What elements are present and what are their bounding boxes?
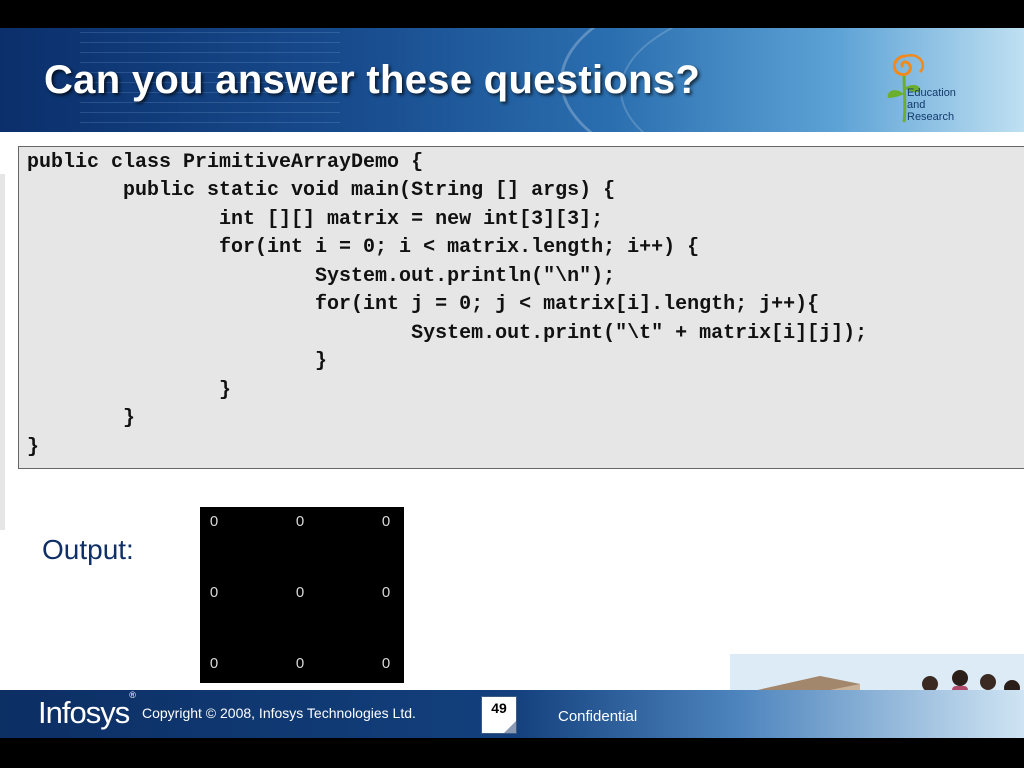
code-line: }	[27, 407, 136, 430]
code-line: System.out.print("\t" + matrix[i][j]);	[27, 322, 868, 345]
logo-line-and: and	[907, 99, 926, 111]
console-value: 0	[209, 513, 219, 530]
logo-line-education: Education	[907, 87, 956, 99]
logo-line-research: Research	[907, 111, 955, 123]
code-line: System.out.println("\n");	[27, 265, 616, 288]
code-line: public class PrimitiveArrayDemo {	[27, 151, 424, 174]
copyright-text: Copyright © 2008, Infosys Technologies L…	[142, 705, 416, 721]
infosys-logo-text: Infosys	[38, 695, 130, 730]
console-value: 0	[381, 584, 391, 601]
console-output: 0 0 0 0 0 0 0 0 0	[200, 507, 404, 683]
output-label: Output:	[42, 534, 134, 565]
page-number-badge: 49	[481, 696, 517, 734]
console-value: 0	[381, 655, 391, 672]
education-research-logo: Education and Research	[872, 34, 992, 128]
code-line: }	[27, 379, 232, 402]
code-block: public class PrimitiveArrayDemo { public…	[18, 146, 1024, 469]
registered-mark: ®	[129, 689, 136, 700]
footer-bar: Infosys® Copyright © 2008, Infosys Techn…	[0, 690, 1024, 738]
console-value: 0	[295, 584, 305, 601]
infosys-logo: Infosys®	[38, 690, 136, 731]
logo-text: Education and Research	[907, 87, 956, 123]
code-line: }	[27, 436, 40, 459]
code-line: int [][] matrix = new int[3][3];	[27, 208, 604, 231]
page-number: 49	[491, 700, 507, 716]
confidential-label: Confidential	[558, 708, 638, 725]
console-value: 0	[295, 655, 305, 672]
console-value: 0	[295, 513, 305, 530]
console-value: 0	[209, 584, 219, 601]
code-line: public static void main(String [] args) …	[27, 179, 616, 202]
code-line: for(int j = 0; j < matrix[i].length; j++…	[27, 293, 820, 316]
console-value: 0	[209, 655, 219, 672]
slide: Can you answer these questions? Educatio…	[0, 28, 1024, 738]
console-value: 0	[381, 513, 391, 530]
code-line: for(int i = 0; i < matrix.length; i++) {	[27, 236, 700, 259]
title-banner: Can you answer these questions? Educatio…	[0, 28, 1024, 132]
code-line: }	[27, 350, 328, 373]
slide-title: Can you answer these questions?	[44, 58, 701, 102]
page-fold-icon	[504, 721, 516, 733]
side-accent-rule	[0, 174, 5, 530]
